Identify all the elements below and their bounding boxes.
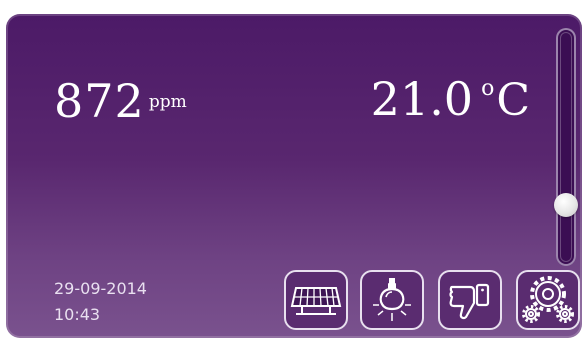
gears-icon [522,276,574,323]
settings-button[interactable] [516,270,580,330]
co2-unit: ppm [148,91,187,112]
datetime-display: 29-09-2014 10:43 [54,276,147,328]
vertical-slider[interactable] [554,28,578,266]
co2-reading: 872 ppm [54,78,187,124]
temperature-reading: 21.0 oC [371,76,530,123]
slider-knob[interactable] [554,192,578,217]
light-button[interactable] [360,270,424,330]
co2-value: 872 [54,74,145,128]
celsius-symbol: C [496,75,530,126]
lightbulb-icon [373,278,411,321]
display-screen: 872 ppm 21.0 oC 29-09-2014 10:43 [6,14,582,338]
solar-panel-icon [290,287,342,315]
temperature-unit: oC [481,75,530,126]
thumbs-down-icon [449,283,490,320]
degree-symbol: o [481,76,495,101]
dislike-button[interactable] [438,270,502,330]
time-label: 10:43 [54,305,101,324]
date-label: 29-09-2014 [54,279,147,298]
temperature-value: 21.0 [370,72,474,126]
solar-panel-button[interactable] [284,270,348,330]
